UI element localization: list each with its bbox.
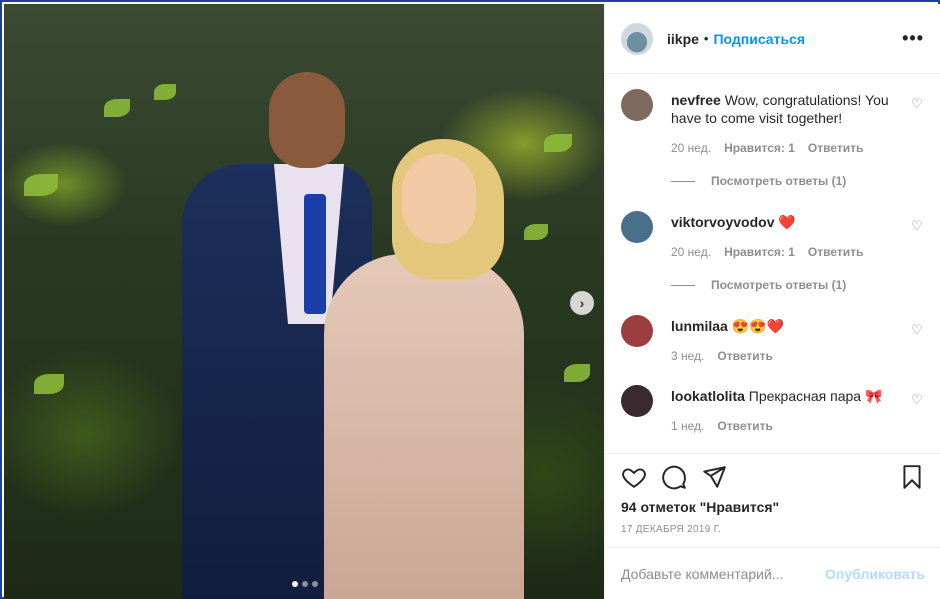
post-header: iikpe • Подписаться •••: [605, 4, 940, 74]
leaf-decoration: [34, 374, 64, 394]
action-icons: [621, 464, 925, 492]
carousel-next-button[interactable]: ›: [570, 291, 594, 315]
replies-line: [671, 180, 695, 182]
replies-line: [671, 284, 695, 286]
comment-avatar[interactable]: [621, 211, 653, 243]
like-comment-icon[interactable]: ♡: [911, 323, 925, 337]
man-tie: [304, 194, 326, 314]
comment-body: lookatlolita Прекрасная пара 🎀: [671, 387, 903, 405]
header-separator: •: [703, 31, 709, 46]
comment-meta: 3 нед. Ответить: [671, 349, 773, 363]
carousel-dot: [312, 581, 318, 587]
comment-item: lookatlolita Прекрасная пара 🎀 ♡ 1 нед. …: [621, 385, 925, 435]
leaf-decoration: [104, 99, 130, 117]
comment-avatar[interactable]: [621, 89, 653, 121]
carousel-indicator: [292, 581, 318, 587]
like-comment-icon[interactable]: ♡: [911, 97, 925, 111]
more-options-icon[interactable]: •••: [902, 28, 924, 49]
reply-button[interactable]: Ответить: [717, 419, 772, 433]
woman-face: [402, 154, 476, 244]
like-comment-icon[interactable]: ♡: [911, 393, 925, 407]
add-comment-bar: Опубликовать: [605, 547, 940, 599]
author-username[interactable]: iikpe: [667, 31, 699, 47]
bookmark-icon[interactable]: [899, 464, 925, 490]
comment-text: Прекрасная пара 🎀: [748, 388, 883, 404]
comment-body: nevfree Wow, congratulations! You have t…: [671, 91, 903, 127]
follow-button[interactable]: Подписаться: [713, 31, 805, 47]
woman-figure: [324, 254, 524, 599]
post-actions: 94 отметок "Нравится" 17 ДЕКАБРЯ 2019 Г.: [605, 453, 940, 547]
comment-item: viktorvoyvodov ❤️ ♡ 20 нед. Нравится: 1 …: [621, 211, 925, 301]
carousel-dot: [302, 581, 308, 587]
comment-username[interactable]: lunmilaa: [671, 318, 728, 334]
post-photo[interactable]: ›: [4, 4, 604, 599]
comment-item: lunmilaa 😍😍❤️ ♡ 3 нед. Ответить: [621, 315, 925, 365]
comment-age: 3 нед.: [671, 349, 705, 363]
comment-avatar[interactable]: [621, 315, 653, 347]
comment-username[interactable]: viktorvoyvodov: [671, 214, 774, 230]
comment-username[interactable]: nevfree: [671, 92, 721, 108]
post-date: 17 ДЕКАБРЯ 2019 Г.: [621, 524, 722, 535]
comment-item: nevfree Wow, congratulations! You have t…: [621, 89, 925, 193]
leaf-decoration: [524, 224, 548, 240]
comment-meta: 20 нед. Нравится: 1 Ответить: [671, 141, 863, 155]
view-replies-button[interactable]: Посмотреть ответы (1): [671, 278, 846, 292]
comment-input[interactable]: [621, 565, 826, 582]
comment-age: 20 нед.: [671, 141, 712, 155]
comment-icon[interactable]: [661, 464, 687, 490]
publish-button[interactable]: Опубликовать: [825, 566, 925, 582]
post-window: › iikpe • Подписаться ••• nevfree Wow, c…: [0, 0, 940, 599]
comment-meta: 20 нед. Нравится: 1 Ответить: [671, 245, 863, 259]
comment-text: ❤️: [778, 214, 796, 230]
heart-icon[interactable]: [621, 464, 647, 490]
likes-count[interactable]: 94 отметок "Нравится": [621, 499, 779, 515]
comment-text: 😍😍❤️: [731, 318, 784, 334]
comment-likes[interactable]: Нравится: 1: [724, 245, 795, 259]
leaf-decoration: [24, 174, 58, 196]
reply-button[interactable]: Ответить: [808, 141, 863, 155]
view-replies-button[interactable]: Посмотреть ответы (1): [671, 174, 846, 188]
carousel-dot: [292, 581, 298, 587]
leaf-decoration: [544, 134, 572, 152]
post-sidebar: iikpe • Подписаться ••• nevfree Wow, con…: [604, 4, 940, 599]
leaf-decoration: [564, 364, 590, 382]
man-head: [269, 72, 345, 168]
view-replies-label: Посмотреть ответы (1): [711, 174, 847, 188]
leaf-decoration: [154, 84, 176, 100]
reply-button[interactable]: Ответить: [808, 245, 863, 259]
like-comment-icon[interactable]: ♡: [911, 219, 925, 233]
comment-age: 1 нед.: [671, 419, 705, 433]
share-icon[interactable]: [701, 464, 727, 490]
comment-age: 20 нед.: [671, 245, 712, 259]
comment-username[interactable]: lookatlolita: [671, 388, 745, 404]
comment-meta: 1 нед. Ответить: [671, 419, 773, 433]
comment-likes[interactable]: Нравится: 1: [724, 141, 795, 155]
comment-body: lunmilaa 😍😍❤️: [671, 317, 903, 335]
comments-list[interactable]: nevfree Wow, congratulations! You have t…: [605, 75, 940, 453]
view-replies-label: Посмотреть ответы (1): [711, 278, 847, 292]
author-avatar[interactable]: [621, 22, 653, 55]
comment-avatar[interactable]: [621, 385, 653, 417]
reply-button[interactable]: Ответить: [717, 349, 772, 363]
comment-body: viktorvoyvodov ❤️: [671, 213, 903, 231]
